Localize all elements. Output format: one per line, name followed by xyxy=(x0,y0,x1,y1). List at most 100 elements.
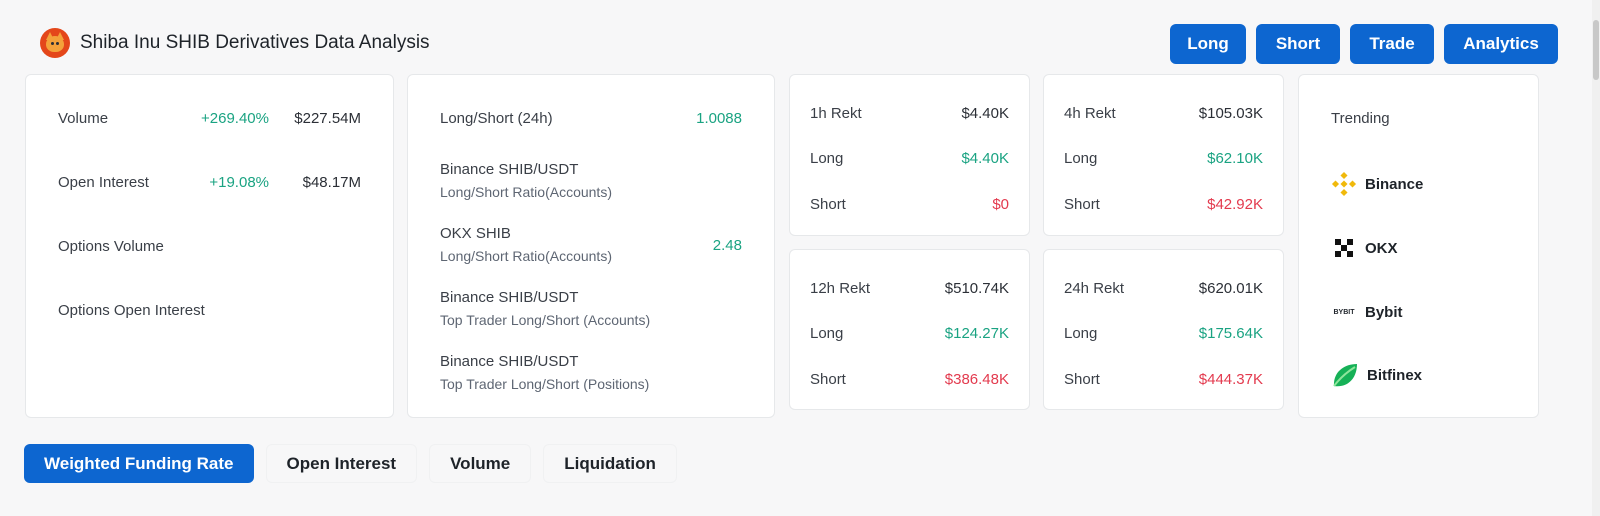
trending-item-label: Bybit xyxy=(1365,303,1403,321)
rekt-long-label: Long xyxy=(810,150,844,167)
trending-item-bybit[interactable]: BYBIT Bybit xyxy=(1331,299,1403,325)
market-stats-card: Volume +269.40% $227.54M Open Interest +… xyxy=(25,74,394,418)
top-action-buttons: Long Short Trade Analytics xyxy=(1170,24,1558,64)
binance-top-positions-sub: Top Trader Long/Short (Positions) xyxy=(440,376,650,392)
rekt-12h-card: 12h Rekt $510.74K Long $124.27K Short $3… xyxy=(789,249,1030,410)
long-short-24h-value: 1.0088 xyxy=(696,110,742,127)
rekt-4h-short-row: Short $42.92K xyxy=(1064,196,1263,213)
page-title: Shiba Inu SHIB Derivatives Data Analysis xyxy=(80,32,430,53)
analytics-button[interactable]: Analytics xyxy=(1444,24,1558,64)
binance-top-accounts-title: Binance SHIB/USDT xyxy=(440,289,579,306)
trending-item-label: Bitfinex xyxy=(1367,366,1423,384)
bybit-icon-text: BYBIT xyxy=(1333,308,1355,316)
long-short-24h-label: Long/Short (24h) xyxy=(440,110,553,127)
rekt-4h-long: $62.10K xyxy=(1207,150,1263,167)
okx-icon xyxy=(1331,235,1357,261)
long-short-24h-row: Long/Short (24h) 1.0088 xyxy=(440,110,742,127)
rekt-12h-short: $386.48K xyxy=(944,371,1009,388)
page-scrollbar[interactable] xyxy=(1592,0,1600,516)
rekt-short-label: Short xyxy=(1064,371,1100,388)
binance-icon xyxy=(1331,171,1357,197)
rekt-1h-short: $0 xyxy=(992,196,1009,213)
okx-accounts-sub: Long/Short Ratio(Accounts) xyxy=(440,248,612,264)
trending-item-binance[interactable]: Binance xyxy=(1331,171,1423,197)
rekt-12h-total-row: 12h Rekt $510.74K xyxy=(810,280,1009,297)
options-open-interest-label: Options Open Interest xyxy=(58,302,205,319)
shiba-inu-coin-icon xyxy=(40,28,70,58)
okx-accounts-title: OKX SHIB xyxy=(440,225,511,242)
trending-card: Trending Binance OKX BYBIT Bybit Bitfine… xyxy=(1298,74,1539,418)
open-interest-change: +19.08% xyxy=(209,174,269,191)
rekt-4h-card: 4h Rekt $105.03K Long $62.10K Short $42.… xyxy=(1043,74,1284,236)
rekt-12h-short-row: Short $386.48K xyxy=(810,371,1009,388)
rekt-1h-card: 1h Rekt $4.40K Long $4.40K Short $0 xyxy=(789,74,1030,236)
open-interest-row: Open Interest +19.08% $48.17M xyxy=(58,174,361,191)
rekt-1h-total-row: 1h Rekt $4.40K xyxy=(810,105,1009,122)
rekt-12h-total: $510.74K xyxy=(944,280,1009,297)
binance-top-accounts-sub: Top Trader Long/Short (Accounts) xyxy=(440,312,651,328)
options-open-interest-row: Options Open Interest xyxy=(58,302,361,319)
binance-accounts-title: Binance SHIB/USDT xyxy=(440,161,579,178)
rekt-4h-short: $42.92K xyxy=(1207,196,1263,213)
rekt-1h-short-row: Short $0 xyxy=(810,196,1009,213)
binance-accounts-ratio-row[interactable]: Binance SHIB/USDT Long/Short Ratio(Accou… xyxy=(440,161,742,200)
open-interest-label: Open Interest xyxy=(58,174,149,191)
rekt-24h-label: 24h Rekt xyxy=(1064,280,1125,297)
bitfinex-icon xyxy=(1331,361,1359,389)
trade-button[interactable]: Trade xyxy=(1350,24,1434,64)
rekt-24h-long-row: Long $175.64K xyxy=(1064,325,1263,342)
rekt-24h-total: $620.01K xyxy=(1198,280,1263,297)
volume-change: +269.40% xyxy=(201,110,269,127)
okx-accounts-value: 2.48 xyxy=(712,237,742,254)
tab-open-interest[interactable]: Open Interest xyxy=(265,444,418,483)
open-interest-value: $48.17M xyxy=(302,174,361,191)
rekt-1h-total: $4.40K xyxy=(961,105,1009,122)
rekt-4h-total: $105.03K xyxy=(1198,105,1263,122)
okx-accounts-ratio-row[interactable]: OKX SHIB Long/Short Ratio(Accounts) 2.48 xyxy=(440,225,742,264)
rekt-long-label: Long xyxy=(810,325,844,342)
rekt-24h-short-row: Short $444.37K xyxy=(1064,371,1263,388)
rekt-4h-total-row: 4h Rekt $105.03K xyxy=(1064,105,1263,122)
tab-weighted-funding-rate[interactable]: Weighted Funding Rate xyxy=(24,444,254,483)
rekt-12h-long: $124.27K xyxy=(944,325,1009,342)
rekt-long-label: Long xyxy=(1064,325,1098,342)
rekt-24h-short: $444.37K xyxy=(1198,371,1263,388)
trending-item-label: Binance xyxy=(1365,175,1424,193)
short-button[interactable]: Short xyxy=(1256,24,1340,64)
binance-top-accounts-row[interactable]: Binance SHIB/USDT Top Trader Long/Short … xyxy=(440,289,742,328)
rekt-short-label: Short xyxy=(810,196,846,213)
options-volume-label: Options Volume xyxy=(58,238,164,255)
rekt-1h-long-row: Long $4.40K xyxy=(810,150,1009,167)
trending-title: Trending xyxy=(1331,110,1390,127)
long-button[interactable]: Long xyxy=(1170,24,1246,64)
rekt-24h-long: $175.64K xyxy=(1198,325,1263,342)
rekt-short-label: Short xyxy=(810,371,846,388)
volume-row: Volume +269.40% $227.54M xyxy=(58,110,361,127)
rekt-24h-card: 24h Rekt $620.01K Long $175.64K Short $4… xyxy=(1043,249,1284,410)
rekt-long-label: Long xyxy=(1064,150,1098,167)
rekt-4h-long-row: Long $62.10K xyxy=(1064,150,1263,167)
binance-top-positions-title: Binance SHIB/USDT xyxy=(440,353,579,370)
volume-value: $227.54M xyxy=(294,110,361,127)
trending-item-label: OKX xyxy=(1365,239,1398,257)
trending-item-bitfinex[interactable]: Bitfinex xyxy=(1331,361,1422,389)
rekt-12h-label: 12h Rekt xyxy=(810,280,871,297)
tab-liquidation[interactable]: Liquidation xyxy=(543,444,677,483)
rekt-short-label: Short xyxy=(1064,196,1100,213)
tab-volume[interactable]: Volume xyxy=(429,444,532,483)
options-volume-row: Options Volume xyxy=(58,238,361,255)
rekt-24h-total-row: 24h Rekt $620.01K xyxy=(1064,280,1263,297)
scrollbar-thumb[interactable] xyxy=(1593,20,1599,80)
trending-item-okx[interactable]: OKX xyxy=(1331,235,1398,261)
bybit-icon: BYBIT xyxy=(1331,299,1357,325)
binance-accounts-sub: Long/Short Ratio(Accounts) xyxy=(440,184,612,200)
chart-tabs: Weighted Funding Rate Open Interest Volu… xyxy=(24,444,677,483)
rekt-1h-label: 1h Rekt xyxy=(810,105,862,122)
volume-label: Volume xyxy=(58,110,109,127)
binance-top-positions-row[interactable]: Binance SHIB/USDT Top Trader Long/Short … xyxy=(440,353,742,392)
rekt-4h-label: 4h Rekt xyxy=(1064,105,1116,122)
trending-title-row: Trending xyxy=(1331,110,1506,127)
page-header: Shiba Inu SHIB Derivatives Data Analysis xyxy=(40,28,430,58)
rekt-12h-long-row: Long $124.27K xyxy=(810,325,1009,342)
rekt-1h-long: $4.40K xyxy=(961,150,1009,167)
